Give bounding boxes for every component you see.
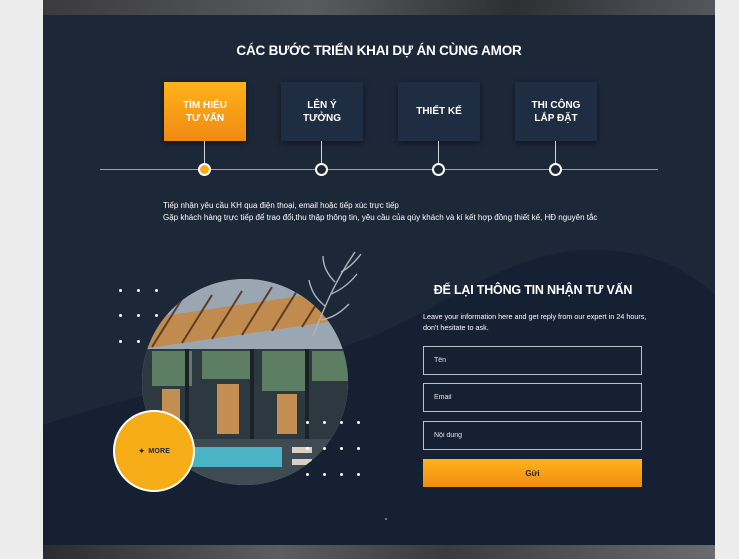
timeline-dot-2[interactable] (315, 163, 328, 176)
step-thi-cong-lap-dat[interactable]: THI CÔNG LẮP ĐẶT (515, 82, 597, 141)
step-thiet-ke[interactable]: THIẾT KẾ (398, 82, 480, 141)
step-tim-hieu-tu-van[interactable]: TÌM HIỂU TƯ VẤN (164, 82, 246, 141)
message-input[interactable] (423, 421, 642, 450)
page-container: CÁC BƯỚC TRIỂN KHAI DỰ ÁN CÙNG AMOR TÌM … (43, 0, 715, 559)
form-description: Leave your information here and get repl… (423, 312, 647, 332)
timeline-connector (438, 141, 439, 163)
timeline-connector (321, 141, 322, 163)
timeline-dot-1[interactable] (198, 163, 211, 176)
timeline-line (100, 169, 658, 170)
timeline-dot-4[interactable] (549, 163, 562, 176)
brand-logo-icon: ✦ (137, 445, 146, 456)
bottom-image-strip (43, 545, 715, 559)
brand-logo-text: MORE (148, 447, 171, 455)
email-input[interactable] (423, 383, 642, 412)
name-input[interactable] (423, 346, 642, 375)
top-image-strip (43, 0, 715, 15)
step-description-line-1: Tiếp nhận yêu cầu KH qua điện thoại, ema… (163, 201, 399, 210)
timeline-dot-3[interactable] (432, 163, 445, 176)
timeline-connector (555, 141, 556, 163)
section-title: CÁC BƯỚC TRIỂN KHAI DỰ ÁN CÙNG AMOR (236, 43, 522, 58)
plant-leaf-icon (308, 251, 362, 337)
step-len-y-tuong[interactable]: LÊN Ý TƯỞNG (281, 82, 363, 141)
decorative-dot (385, 518, 387, 520)
form-title: ĐỂ LẠI THÔNG TIN NHẬN TƯ VẤN (433, 283, 633, 297)
submit-button[interactable]: Gửi (423, 459, 642, 487)
timeline-connector (204, 141, 205, 163)
brand-badge: ✦ MORE (113, 410, 195, 492)
step-description-line-2: Gặp khách hàng trực tiếp để trao đổi,thu… (163, 213, 598, 222)
